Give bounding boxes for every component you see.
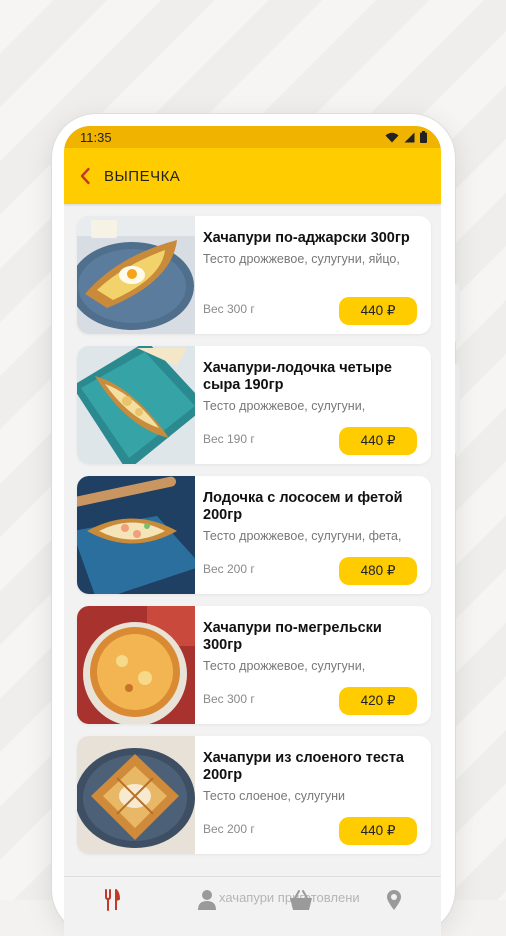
- product-image: [77, 346, 195, 464]
- add-to-cart-button[interactable]: 440 ₽: [339, 427, 417, 455]
- product-list: Хачапури по-аджарски 300гр Тесто дрожжев…: [64, 204, 441, 854]
- product-description: Тесто дрожжевое, сулугуни,: [203, 399, 366, 413]
- product-name: Хачапури по-аджарски 300гр: [203, 230, 410, 246]
- product-description: Тесто дрожжевое, сулугуни, яйцо,: [203, 252, 400, 266]
- product-image: [77, 736, 195, 854]
- product-card[interactable]: Хачапури по-мегрельски 300гр Тесто дрожж…: [77, 606, 431, 724]
- product-description: Тесто дрожжевое, сулугуни, фета,: [203, 529, 402, 543]
- phone-side-button: [455, 364, 460, 454]
- product-description: Тесто дрожжевое, сулугуни,: [203, 659, 366, 673]
- battery-icon: [420, 131, 427, 143]
- product-weight: Вес 300 г: [203, 302, 255, 316]
- status-icons: [385, 131, 427, 143]
- app-screen: 11:35 ВЫПЕЧКА Хачапури по-аджарски 300гр…: [64, 126, 441, 936]
- phone-side-button: [455, 284, 460, 342]
- menu-tab[interactable]: [104, 889, 120, 916]
- product-image: [77, 606, 195, 724]
- basket-icon: [290, 890, 312, 910]
- product-name: Хачапури по-мегрельски 300гр: [203, 620, 382, 653]
- product-card[interactable]: Хачапури по-аджарски 300гр Тесто дрожжев…: [77, 216, 431, 334]
- product-image: [77, 476, 195, 594]
- page-title: ВЫПЕЧКА: [104, 167, 181, 185]
- product-description: Тесто слоеное, сулугуни: [203, 789, 345, 803]
- product-image: [77, 216, 195, 334]
- profile-tab[interactable]: [198, 889, 216, 916]
- product-name: Лодочка с лососем и фетой 200гр: [203, 490, 403, 523]
- add-to-cart-button[interactable]: 440 ₽: [339, 297, 417, 325]
- status-time: 11:35: [80, 129, 112, 145]
- back-button[interactable]: [74, 161, 96, 191]
- product-weight: Вес 190 г: [203, 432, 255, 446]
- product-weight: Вес 200 г: [203, 822, 255, 836]
- location-pin-icon: [387, 890, 401, 910]
- product-name: Хачапури-лодочка четыре сыра 190гр: [203, 360, 392, 393]
- product-name: Хачапури из слоеного теста 200гр: [203, 750, 404, 783]
- add-to-cart-button[interactable]: 480 ₽: [339, 557, 417, 585]
- bottom-navigation: хачапури приготовлени: [64, 876, 441, 936]
- location-tab[interactable]: [386, 889, 402, 916]
- product-weight: Вес 200 г: [203, 562, 255, 576]
- product-weight: Вес 300 г: [203, 692, 255, 706]
- add-to-cart-button[interactable]: 420 ₽: [339, 687, 417, 715]
- product-card[interactable]: Лодочка с лососем и фетой 200гр Тесто др…: [77, 476, 431, 594]
- phone-frame: 11:35 ВЫПЕЧКА Хачапури по-аджарски 300гр…: [52, 114, 460, 936]
- fork-knife-icon: [105, 889, 120, 911]
- wifi-icon: [385, 132, 399, 142]
- product-card[interactable]: Хачапури из слоеного теста 200гр Тесто с…: [77, 736, 431, 854]
- person-icon: [198, 890, 216, 910]
- product-card[interactable]: Хачапури-лодочка четыре сыра 190гр Тесто…: [77, 346, 431, 464]
- add-to-cart-button[interactable]: 440 ₽: [339, 817, 417, 845]
- signal-icon: [404, 132, 415, 142]
- chevron-left-icon: [80, 167, 90, 185]
- cart-tab[interactable]: [289, 889, 313, 916]
- status-bar: 11:35: [64, 126, 441, 148]
- app-header: ВЫПЕЧКА: [64, 148, 441, 204]
